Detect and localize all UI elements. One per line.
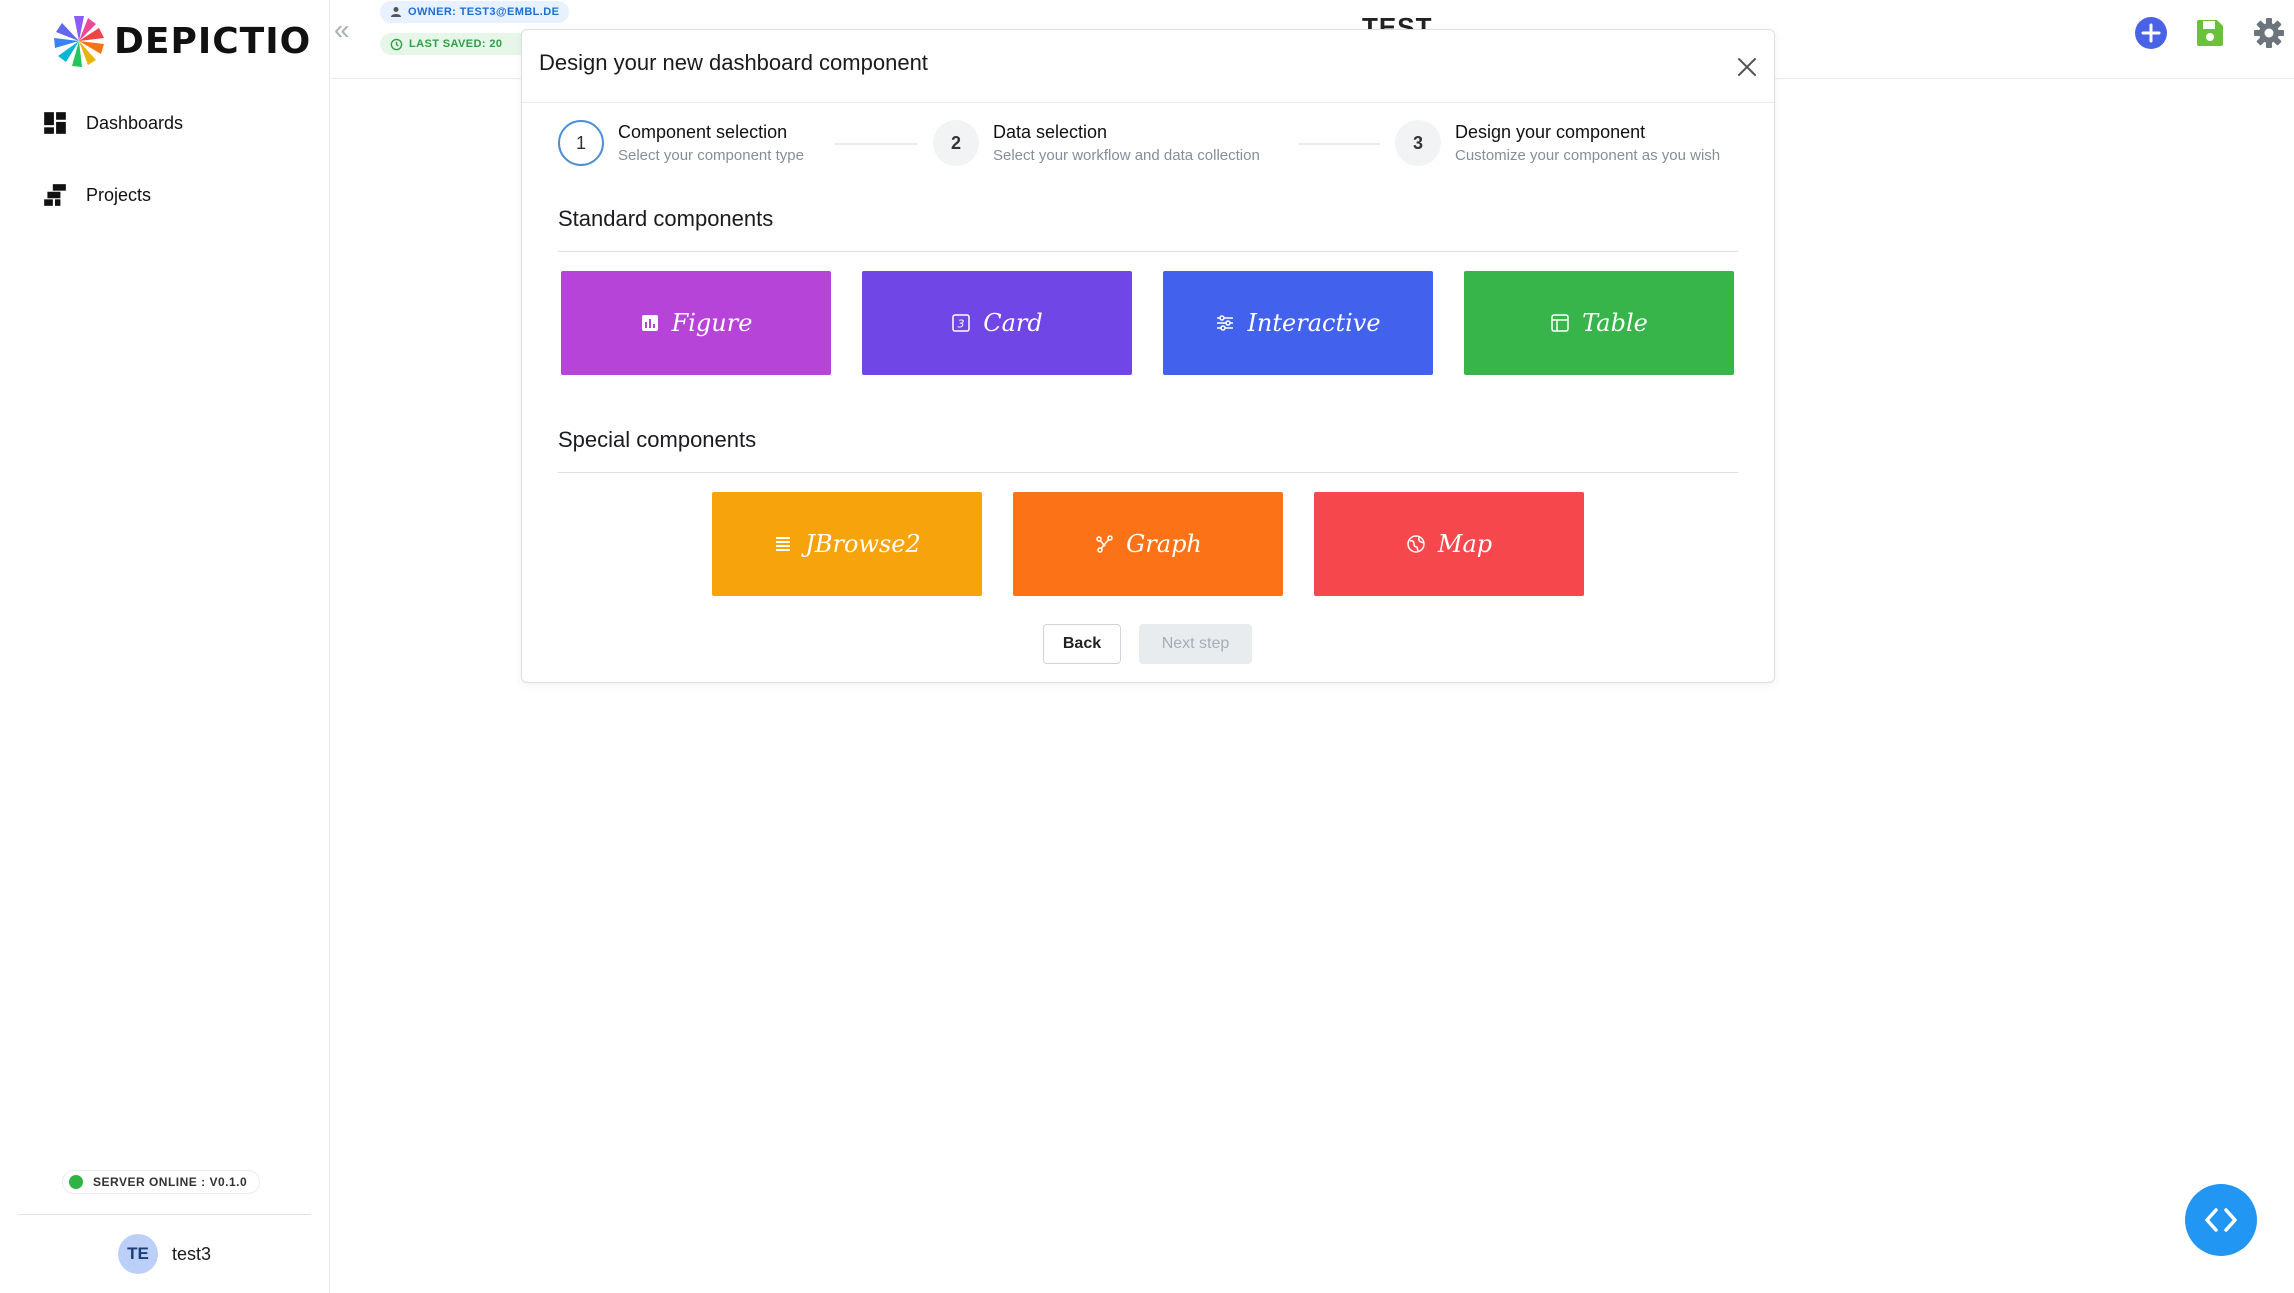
step-description: Select your component type — [618, 147, 804, 164]
sidebar-item-dashboards[interactable]: Dashboards — [42, 110, 183, 136]
step-title: Component selection — [618, 122, 788, 142]
code-brackets-icon — [2205, 1208, 2237, 1232]
last-saved-text: LAST SAVED: 20 — [409, 38, 503, 50]
sidebar: DEPICTIO Dashboards Projects SERVER ONLI… — [0, 0, 330, 1293]
network-graph-icon — [1096, 535, 1113, 553]
component-label: Map — [1437, 530, 1493, 558]
map-component-button[interactable]: Map — [1314, 492, 1584, 596]
modal-title: Design your new dashboard component — [539, 50, 928, 75]
step-description: Customize your component as you wish — [1455, 147, 1721, 164]
interactive-component-button[interactable]: Interactive — [1163, 271, 1433, 375]
numbered-square-icon: 3 — [952, 314, 970, 332]
list-lines-icon — [776, 537, 791, 551]
add-icon — [2135, 17, 2167, 49]
svg-text:3: 3 — [958, 318, 965, 331]
step-component-selection[interactable]: 1 Component selection Select your compon… — [558, 120, 804, 166]
step-design-component[interactable]: 3 Design your component Customize your c… — [1395, 120, 1720, 166]
step-number: 2 — [933, 120, 979, 166]
step-number: 1 — [558, 120, 604, 166]
next-step-button[interactable]: Next step — [1139, 624, 1252, 664]
close-modal-button[interactable] — [1732, 52, 1762, 82]
owner-badge-text: OWNER: TEST3@EMBL.DE — [408, 6, 560, 18]
component-label: Interactive — [1247, 309, 1381, 337]
sliders-icon — [1217, 315, 1234, 331]
app-logo[interactable]: DEPICTIO — [52, 14, 311, 68]
code-view-button[interactable] — [2185, 1184, 2257, 1256]
settings-gear-icon — [2254, 18, 2284, 48]
bar-chart-icon — [641, 315, 658, 331]
special-components-title: Special components — [558, 427, 757, 452]
component-label: Table — [1582, 309, 1648, 337]
depictio-logo-icon — [54, 16, 104, 67]
component-modal: Design your new dashboard component 1 Co… — [521, 29, 1775, 683]
stepper: 1 Component selection Select your compon… — [558, 120, 1740, 170]
sidebar-divider — [18, 1214, 311, 1215]
clock-icon — [390, 38, 403, 50]
collapse-sidebar-icon[interactable]: « — [334, 14, 350, 46]
table-icon — [1551, 314, 1569, 332]
server-status-text: SERVER ONLINE : V0.1.0 — [93, 1175, 248, 1189]
modal-header-divider — [522, 102, 1774, 103]
section-divider — [558, 472, 1738, 473]
component-label: Graph — [1126, 530, 1202, 558]
standard-components-title: Standard components — [558, 206, 774, 231]
section-divider — [558, 251, 1738, 252]
card-component-button[interactable]: 3 Card — [862, 271, 1132, 375]
save-icon — [2197, 20, 2223, 46]
sidebar-item-label: Projects — [86, 184, 152, 205]
graph-component-button[interactable]: Graph — [1013, 492, 1283, 596]
globe-icon — [1407, 535, 1425, 553]
component-label: Card — [983, 309, 1043, 337]
projects-stack-icon — [44, 184, 66, 206]
component-label: JBrowse2 — [805, 530, 921, 558]
sidebar-item-label: Dashboards — [86, 112, 184, 133]
last-saved-badge: LAST SAVED: 20 — [380, 33, 540, 55]
table-component-button[interactable]: Table — [1464, 271, 1734, 375]
step-description: Select your workflow and data collection — [993, 147, 1260, 164]
back-button[interactable]: Back — [1043, 624, 1121, 664]
logo-text: DEPICTIO — [114, 20, 312, 62]
status-dot-icon — [69, 1175, 83, 1189]
step-connector — [1298, 143, 1380, 145]
user-menu[interactable]: TE test3 — [118, 1234, 211, 1274]
sidebar-item-projects[interactable]: Projects — [42, 182, 151, 208]
owner-badge: OWNER: TEST3@EMBL.DE — [380, 1, 570, 23]
step-title: Design your component — [1455, 122, 1646, 142]
server-status-badge: SERVER ONLINE : V0.1.0 — [62, 1170, 261, 1194]
user-name: test3 — [172, 1243, 212, 1264]
step-connector — [834, 143, 918, 145]
component-label: Figure — [671, 309, 753, 337]
step-data-selection[interactable]: 2 Data selection Select your workflow an… — [933, 120, 1260, 166]
step-title: Data selection — [993, 122, 1108, 142]
save-dashboard-button[interactable] — [2193, 16, 2227, 50]
add-component-button[interactable] — [2134, 16, 2168, 50]
close-icon — [1738, 58, 1756, 76]
jbrowse-component-button[interactable]: JBrowse2 — [712, 492, 982, 596]
avatar: TE — [118, 1234, 158, 1274]
settings-button[interactable] — [2252, 16, 2286, 50]
dashboard-grid-icon — [44, 112, 66, 134]
user-icon — [391, 7, 401, 17]
figure-component-button[interactable]: Figure — [561, 271, 831, 375]
step-number: 3 — [1395, 120, 1441, 166]
